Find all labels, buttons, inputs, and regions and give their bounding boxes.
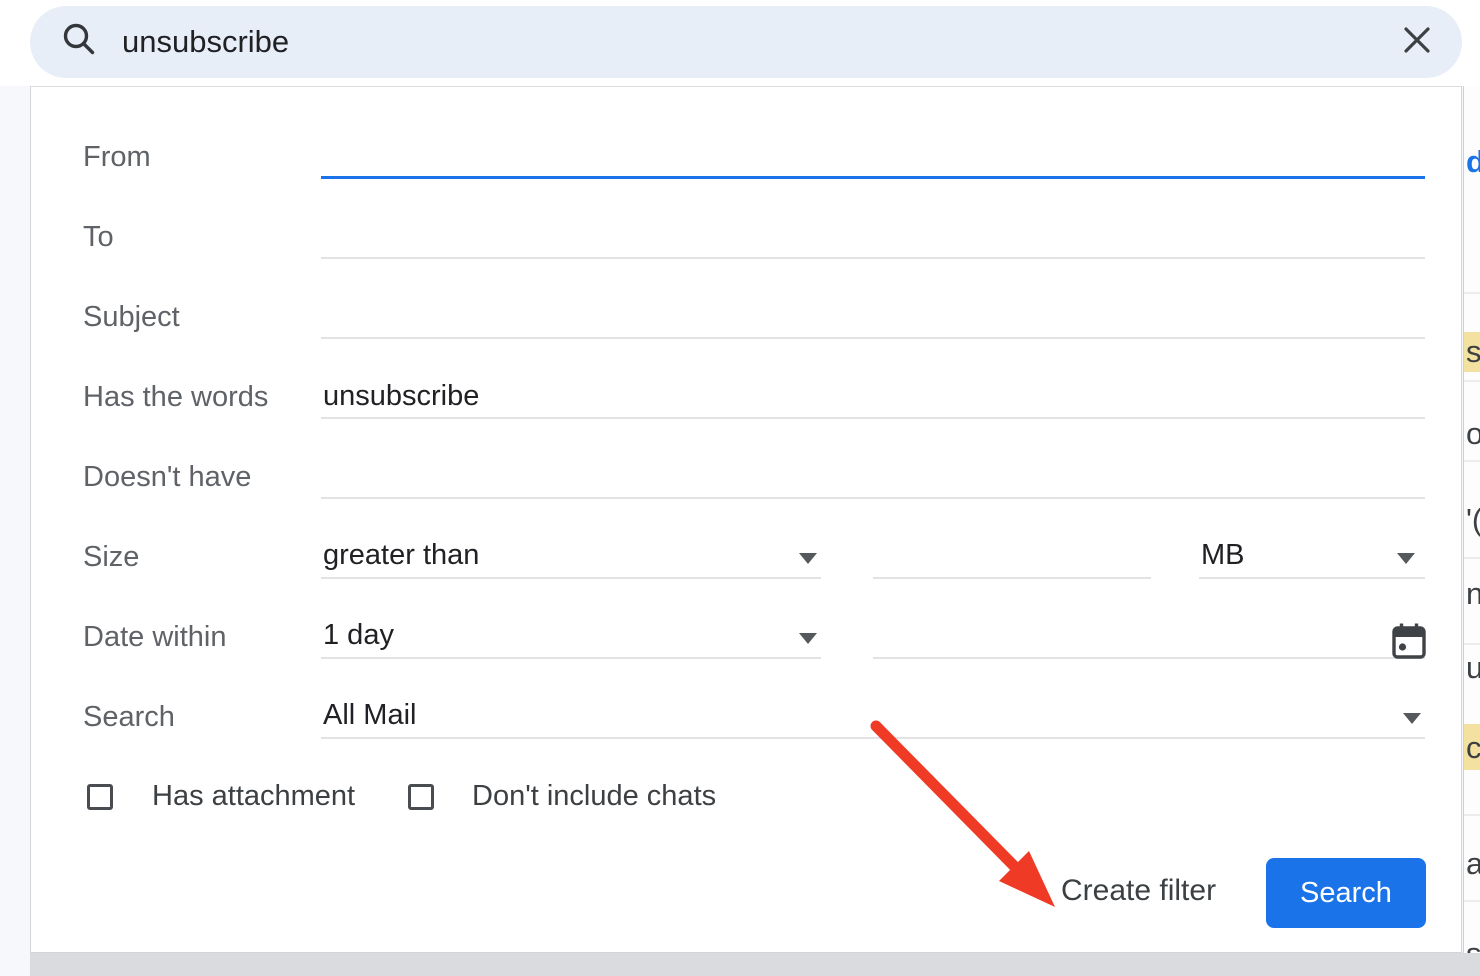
search-scope-value: All Mail: [323, 699, 416, 731]
list-divider: [1464, 814, 1480, 816]
has-words-field[interactable]: [321, 375, 1425, 419]
list-item: s: [1466, 936, 1480, 953]
dont-include-chats-label: Don't include chats: [472, 780, 716, 813]
calendar-icon[interactable]: [1391, 621, 1427, 666]
list-item: a: [1466, 846, 1480, 882]
search-icon[interactable]: [60, 21, 98, 64]
date-value-field[interactable]: [873, 615, 1425, 659]
chevron-down-icon: [1397, 553, 1415, 564]
to-label: To: [83, 215, 114, 259]
search-scope-label: Search: [83, 695, 175, 739]
size-operator-value: greater than: [323, 539, 479, 571]
search-button[interactable]: Search: [1266, 858, 1426, 928]
has-attachment-label: Has attachment: [152, 780, 355, 813]
has-words-label: Has the words: [83, 375, 268, 419]
subject-field[interactable]: [321, 295, 1425, 339]
date-range-value: 1 day: [323, 619, 394, 651]
list-item: '(: [1466, 502, 1480, 538]
list-divider: [1464, 380, 1480, 382]
create-filter-button[interactable]: Create filter: [1051, 870, 1226, 912]
advanced-search-dialog: From To Subject Has the words Doesn't ha…: [30, 86, 1462, 953]
size-label: Size: [83, 535, 139, 579]
list-item: s: [1466, 334, 1480, 370]
size-operator-dropdown[interactable]: greater than: [321, 535, 821, 579]
has-attachment-checkbox[interactable]: [87, 784, 113, 810]
from-field[interactable]: [321, 135, 1425, 179]
search-bar[interactable]: [30, 6, 1462, 78]
dialog-bottom-shadow: [30, 953, 1480, 976]
size-unit-dropdown[interactable]: MB: [1199, 535, 1425, 579]
chevron-down-icon: [799, 553, 817, 564]
date-within-label: Date within: [83, 615, 226, 659]
close-icon[interactable]: [1394, 17, 1440, 68]
list-divider: [1464, 292, 1480, 294]
list-divider: [1464, 460, 1480, 462]
dont-include-chats-checkbox[interactable]: [408, 784, 434, 810]
search-input[interactable]: [122, 24, 1394, 60]
list-item: c: [1466, 730, 1480, 766]
subject-label: Subject: [83, 295, 180, 339]
list-item: u: [1466, 650, 1480, 686]
search-scope-dropdown[interactable]: All Mail: [321, 695, 1425, 739]
size-value-field[interactable]: [873, 535, 1151, 579]
date-range-dropdown[interactable]: 1 day: [321, 615, 821, 659]
doesnt-have-label: Doesn't have: [83, 455, 251, 499]
list-divider: [1464, 643, 1480, 645]
chevron-down-icon: [799, 633, 817, 644]
chevron-down-icon: [1403, 713, 1421, 724]
doesnt-have-field[interactable]: [321, 455, 1425, 499]
list-divider: [1464, 900, 1480, 902]
from-label: From: [83, 135, 151, 179]
list-divider: [1464, 557, 1480, 559]
background-mail-list-strip: d s o '( n u c a s: [1463, 86, 1480, 953]
list-item: n: [1466, 576, 1480, 612]
list-item: d: [1466, 144, 1480, 180]
size-unit-value: MB: [1201, 539, 1245, 571]
to-field[interactable]: [321, 215, 1425, 259]
list-item: o: [1466, 416, 1480, 452]
